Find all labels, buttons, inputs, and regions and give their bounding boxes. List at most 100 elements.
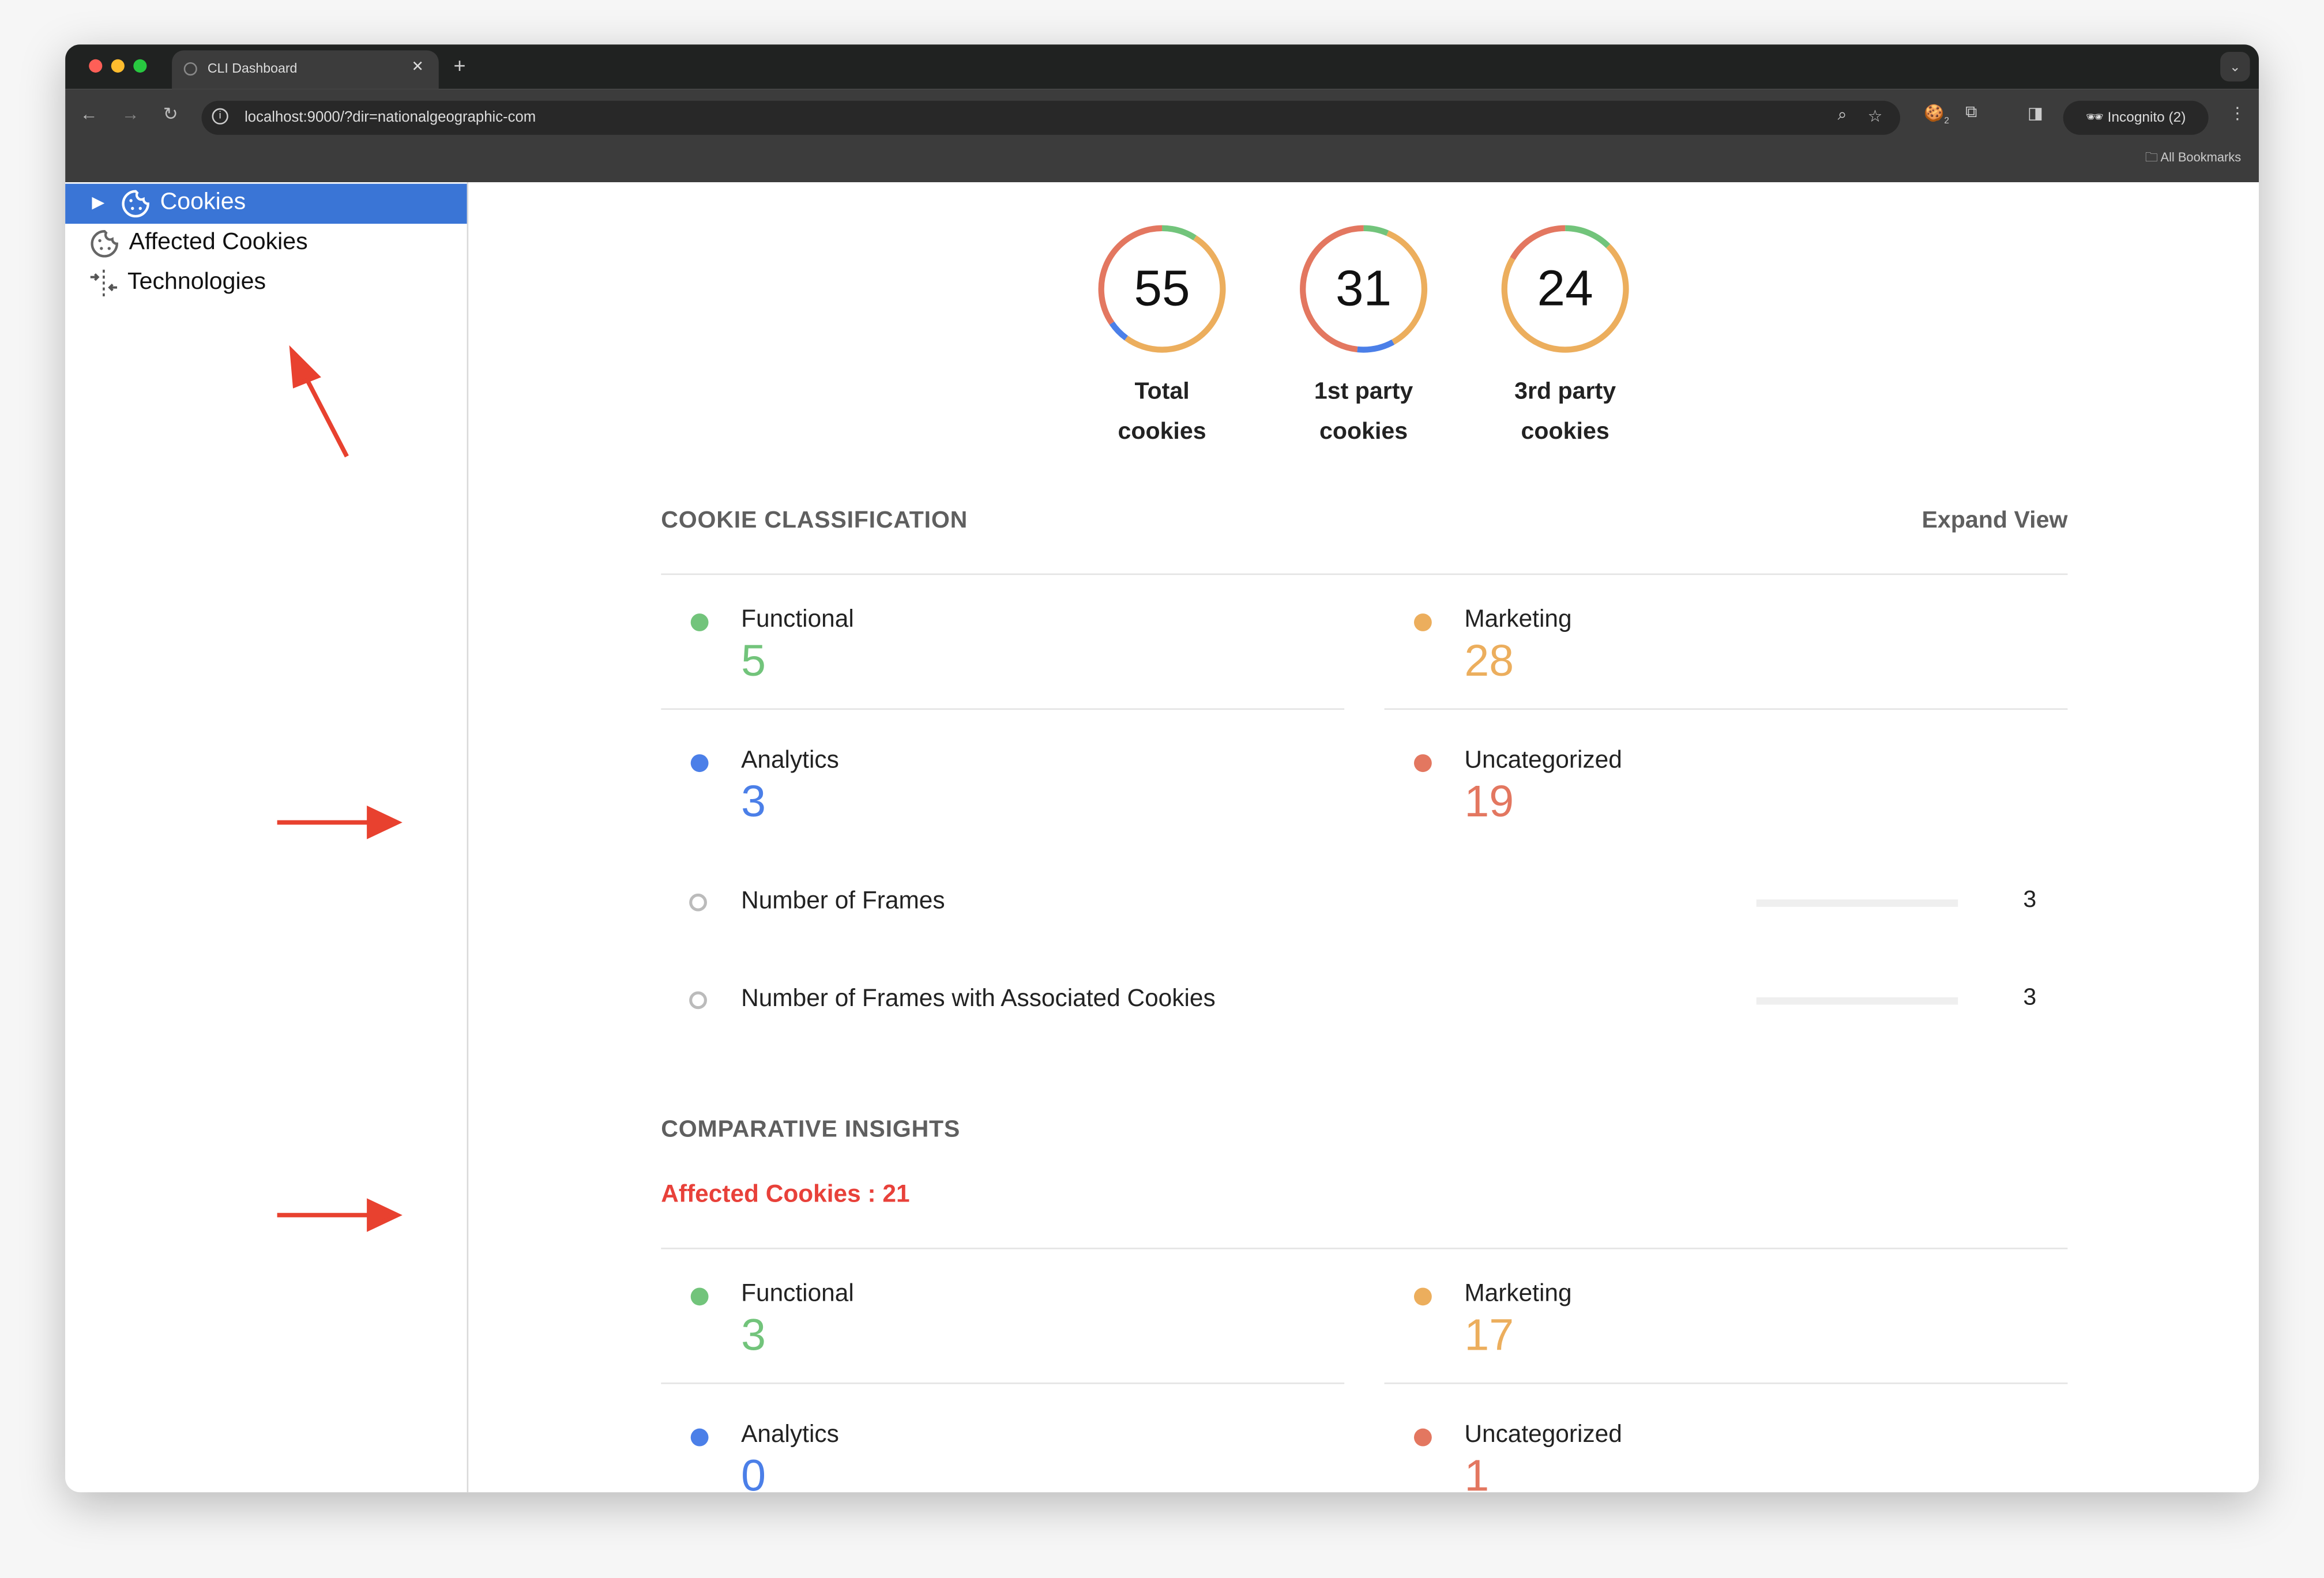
back-button[interactable]: ← [80, 104, 98, 125]
reload-button[interactable]: ↻ [163, 104, 178, 125]
tab-bar: CLI Dashboard ✕ + ⌄ [65, 44, 2259, 89]
divider [1384, 708, 2068, 710]
expand-view-button[interactable]: Expand View [1922, 509, 2068, 535]
divider [661, 708, 1345, 710]
incognito-label: Incognito (2) [2107, 110, 2186, 126]
sidebar-item-label: Technologies [127, 269, 266, 295]
donut-label-line: 1st party [1314, 379, 1413, 405]
frames-label: Number of Frames with Associated Cookies [741, 985, 1216, 1012]
donut-value: 24 [1537, 261, 1593, 318]
category-name: Marketing [1464, 1280, 1572, 1307]
sidebar-item-cookies[interactable]: ▶ Cookies [65, 183, 467, 224]
folder-icon: 🗀 [2145, 149, 2161, 165]
cookie-classification-heading: COOKIE CLASSIFICATION [661, 508, 968, 534]
category-value: 3 [741, 1311, 766, 1361]
category-marketing: Marketing 17 [1385, 1278, 2066, 1411]
category-dot-icon [690, 1428, 709, 1447]
category-dot-icon [1413, 1287, 1432, 1306]
url-text[interactable]: localhost:9000/?dir=nationalgeographic-c… [245, 110, 536, 126]
incognito-button[interactable]: 🕶 Incognito (2) [2063, 100, 2209, 135]
category-value: 28 [1464, 637, 1514, 687]
category-uncategorized: Uncategorized 1 [1385, 1418, 2066, 1493]
browser-window: CLI Dashboard ✕ + ⌄ ← → ↻ i localhost:90… [65, 44, 2259, 1493]
extensions-puzzle-icon[interactable]: ⧉ [1965, 104, 1977, 123]
category-dot-icon [690, 754, 709, 773]
bookmark-star-icon[interactable]: ☆ [1868, 107, 1882, 126]
frames-ring-icon [689, 893, 707, 912]
sidebar: ▶ Cookies Affected Cookies Technologies [65, 182, 469, 1493]
category-name: Functional [741, 606, 854, 633]
main-panel: 55 Total cookies 31 1st party cookies 24 3rd pa… [468, 182, 2259, 1492]
donut-chart: 55 [1095, 223, 1228, 356]
site-info-icon[interactable]: i [212, 108, 228, 125]
category-analytics: Analytics 0 [661, 1418, 1342, 1493]
close-window-button[interactable] [89, 59, 103, 73]
technologies-icon [90, 269, 118, 297]
category-name: Analytics [741, 1421, 839, 1448]
expand-triangle-icon[interactable]: ▶ [92, 193, 104, 212]
frames-label: Number of Frames [741, 887, 945, 914]
affected-cookies-count: Affected Cookies : 21 [661, 1181, 910, 1208]
all-bookmarks-button[interactable]: 🗀 All Bookmarks [2145, 150, 2241, 171]
frames-bar [1756, 899, 1958, 907]
donut-label: 3rd party cookies [1469, 372, 1661, 452]
donut-label: Total cookies [1066, 372, 1258, 452]
menu-kebab-icon[interactable]: ⋮ [2229, 104, 2246, 123]
category-value: 0 [741, 1452, 766, 1493]
category-value: 1 [1464, 1452, 1490, 1493]
tab-search-button[interactable]: ⌄ [2220, 51, 2250, 82]
donut-value: 31 [1335, 261, 1392, 318]
divider [1384, 1382, 2068, 1384]
globe-icon [183, 62, 197, 76]
category-name: Functional [741, 1280, 854, 1307]
category-name: Marketing [1464, 606, 1572, 633]
category-analytics: Analytics 3 [661, 744, 1342, 877]
donut-chart: 31 [1297, 223, 1430, 356]
cookie-extension-icon[interactable]: 🍪2 [1924, 104, 1949, 126]
toolbar: ← → ↻ i localhost:9000/?dir=nationalgeog… [65, 89, 2259, 183]
donut-chart: 24 [1498, 223, 1631, 356]
category-dot-icon [1413, 1428, 1432, 1447]
category-name: Uncategorized [1464, 747, 1622, 774]
category-value: 5 [741, 637, 766, 687]
frames-value: 3 [2023, 887, 2037, 913]
category-dot-icon [690, 1287, 709, 1306]
maximize-window-button[interactable] [133, 59, 147, 73]
divider [661, 1248, 2068, 1249]
sidebar-item-affected-cookies[interactable]: Affected Cookies [65, 224, 467, 263]
cookie-icon [91, 230, 118, 258]
close-tab-icon[interactable]: ✕ [412, 59, 424, 76]
new-tab-button[interactable]: + [453, 54, 465, 77]
donut-label-line: cookies [1319, 419, 1408, 445]
category-dot-icon [690, 613, 709, 631]
category-value: 17 [1464, 1311, 1514, 1361]
donut-value: 55 [1134, 261, 1190, 318]
frames-ring-icon [689, 991, 707, 1010]
frames-row: Number of Frames 3 [661, 882, 2069, 926]
donut-label-line: Total [1134, 379, 1190, 405]
category-marketing: Marketing 28 [1385, 603, 2066, 736]
category-dot-icon [1413, 613, 1432, 631]
category-functional: Functional 3 [661, 1278, 1342, 1411]
frames-with-cookies-row: Number of Frames with Associated Cookies… [661, 980, 2069, 1024]
page-content: ▶ Cookies Affected Cookies Technologies … [65, 182, 2259, 1493]
sidebar-item-technologies[interactable]: Technologies [65, 263, 467, 303]
minimize-window-button[interactable] [111, 59, 125, 73]
category-name: Analytics [741, 747, 839, 774]
address-bar[interactable]: i localhost:9000/?dir=nationalgeographic… [201, 100, 1900, 135]
donut-label-line: 3rd party [1514, 379, 1616, 405]
sidebar-item-label: Cookies [160, 189, 246, 215]
category-name: Uncategorized [1464, 1421, 1622, 1448]
bookmarks-label: All Bookmarks [2160, 149, 2242, 165]
tab-title: CLI Dashboard [207, 61, 298, 76]
donut-label-line: cookies [1521, 419, 1609, 445]
forward-button[interactable]: → [122, 104, 140, 125]
category-dot-icon [1413, 754, 1432, 773]
donut-label: 1st party cookies [1268, 372, 1460, 452]
tab-cli-dashboard[interactable]: CLI Dashboard ✕ [172, 50, 439, 89]
category-value: 3 [741, 778, 766, 827]
side-panel-icon[interactable]: ◨ [2028, 104, 2043, 123]
zoom-icon[interactable]: ⌕ [1838, 107, 1847, 126]
sidebar-item-label: Affected Cookies [129, 229, 308, 255]
frames-value: 3 [2023, 985, 2037, 1011]
